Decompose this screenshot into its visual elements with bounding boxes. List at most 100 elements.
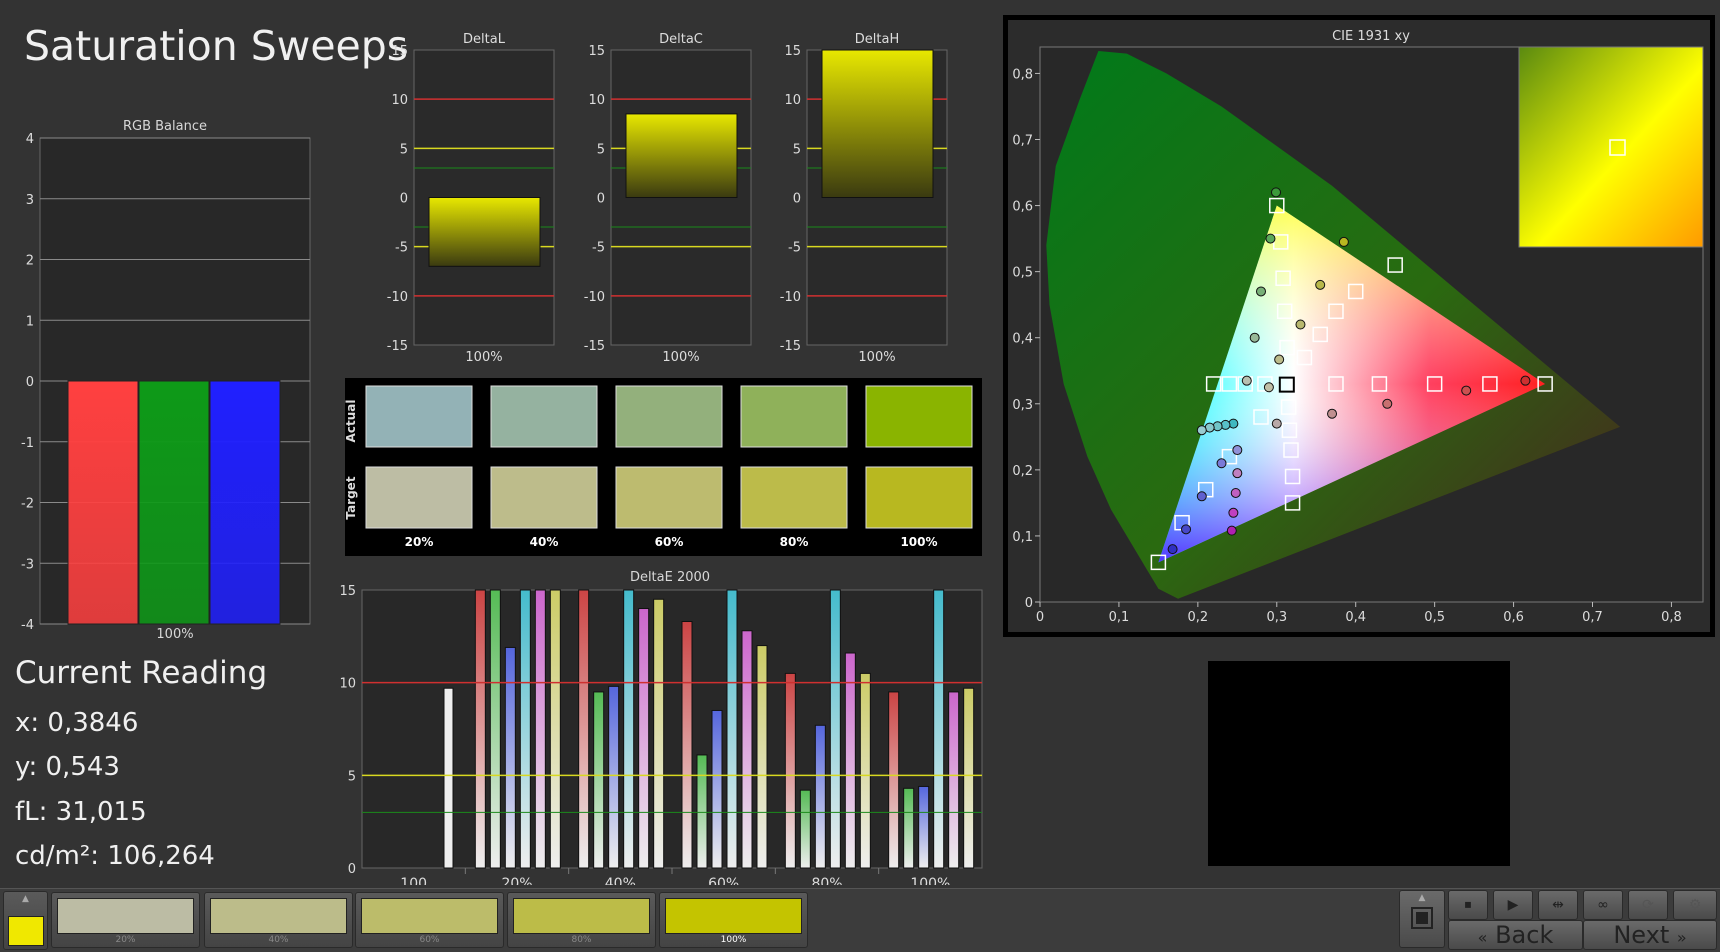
swatch-tab[interactable]: 40% [204,892,353,948]
cie-measured-point [1461,385,1472,396]
cie-x-tick: 0,4 [1345,610,1366,625]
de-bar [741,630,753,869]
cie-measured-point [1181,524,1192,535]
de-bar [903,787,915,869]
delta-tick-label: -15 [387,339,408,354]
settings-button[interactable]: ⚙ [1673,890,1717,920]
delta-chart-deltal: DeltaL 15 10 5 0 -5 -10 -15 100% [387,32,555,365]
cie-y-tick: 0,1 [1012,530,1033,545]
delta-x-label: 100% [465,350,502,365]
stop-button[interactable]: ⏹ [1448,890,1488,920]
actual-row-label: Actual [345,400,358,443]
swatch-label: 20% [405,535,434,549]
de-bar [829,589,841,869]
de-bar [948,691,960,869]
stop-circle-icon: ⏹ [1464,897,1472,913]
cie-measured-point [1228,507,1239,518]
swatch-tab[interactable]: 60% [355,892,504,948]
target-swatch [490,466,598,529]
swatch-tab-label: 40% [268,935,289,945]
cie-x-tick: 0,2 [1188,610,1209,625]
cie-y-tick: 0,2 [1012,464,1033,479]
cie-x-tick: 0,6 [1503,610,1524,625]
cie-measured-point [1167,544,1178,555]
swatch-tab-color [361,898,498,934]
de-bar [726,589,738,869]
rgb-tick-label: -4 [21,618,34,633]
back-button[interactable]: « Back [1448,920,1583,950]
cie-zoom-inset [1518,46,1704,248]
cie-measured-point [1196,491,1207,502]
de-bar [963,687,975,869]
cie-measured-point [1338,236,1349,247]
double-right-arrow-icon: » [1676,928,1687,947]
cie-x-tick: 0,1 [1109,610,1130,625]
swatch-tab[interactable]: 20% [51,892,200,948]
fit-icon: ⇹ [1552,897,1564,913]
loop-button[interactable]: ∞ [1583,890,1623,920]
rgb-tick-label: 0 [26,375,34,390]
de-bar [608,685,620,869]
cie-y-tick: 0 [1025,596,1033,611]
de-bar [814,724,826,869]
refresh-button[interactable]: ⟳ [1628,890,1668,920]
rgb-tick-label: -3 [21,557,34,572]
delta-chart-title: DeltaH [855,32,899,47]
double-left-arrow-icon: « [1477,928,1488,947]
fit-button[interactable]: ⇹ [1538,890,1578,920]
de-bar [623,589,635,869]
rgb-balance-chart: 4 3 2 1 0 -1 -2 -3 -4 [21,132,311,633]
page-title: Saturation Sweeps [24,22,409,70]
delta-bar [821,49,934,198]
de-bar [519,589,531,869]
refresh-icon: ⟳ [1642,897,1654,913]
delta-chart-title: DeltaC [659,32,703,47]
swatch-tab-label: 20% [115,935,136,945]
de-bar [784,672,796,869]
delta-tick-label: -5 [788,241,801,256]
cie-y-tick: 0,6 [1012,200,1033,215]
delta-tick-label: 15 [784,44,801,59]
de-bar [799,789,811,869]
back-label: Back [1495,921,1554,949]
swatch-tab-color [210,898,347,934]
cie-measured-point [1249,332,1260,343]
de-x-label: 100% [910,876,950,885]
delta-tick-label: 10 [391,93,408,108]
de-bar [888,691,900,869]
next-button[interactable]: Next » [1583,920,1717,950]
de-tick-label: 15 [339,585,356,599]
delta-tick-label: 10 [588,93,605,108]
de-bar [681,621,693,869]
loop-icon: ∞ [1597,897,1609,913]
gear-icon: ⚙ [1688,897,1702,913]
cie-measured-point [1520,375,1531,386]
de-bar [638,608,650,869]
de-bar [918,785,930,869]
swatch-label: 100% [900,535,937,549]
delta-tick-label: -10 [780,290,801,305]
swatch-tab-color [57,898,194,934]
de-bar [578,589,590,869]
de-bar [489,589,501,869]
cie-measured-point [1270,187,1281,198]
stop-toggle-button[interactable]: ▲ [1399,890,1445,948]
cie-measured-point [1274,354,1285,365]
delta-tick-label: -10 [387,290,408,305]
play-button[interactable]: ▶ [1493,890,1533,920]
reading-cdm2: cd/m²: 106,264 [15,841,215,871]
reading-fl: fL: 31,015 [15,797,147,827]
cie-y-tick: 0,4 [1012,332,1033,347]
stop-icon [1411,907,1433,929]
de-bar [653,598,665,869]
de-tick-label: 10 [339,677,356,692]
de-bar [443,687,454,869]
rgb-tick-label: -1 [21,436,34,451]
de-bar [844,652,856,869]
swatch-tab[interactable]: 100% [659,892,808,948]
swatch-tab[interactable]: 80% [507,892,656,948]
rgb-tick-label: -2 [21,497,34,512]
swatch-tab-label: 80% [571,935,592,945]
current-color-panel[interactable]: ▲ [3,891,48,950]
green-bar [138,380,210,625]
